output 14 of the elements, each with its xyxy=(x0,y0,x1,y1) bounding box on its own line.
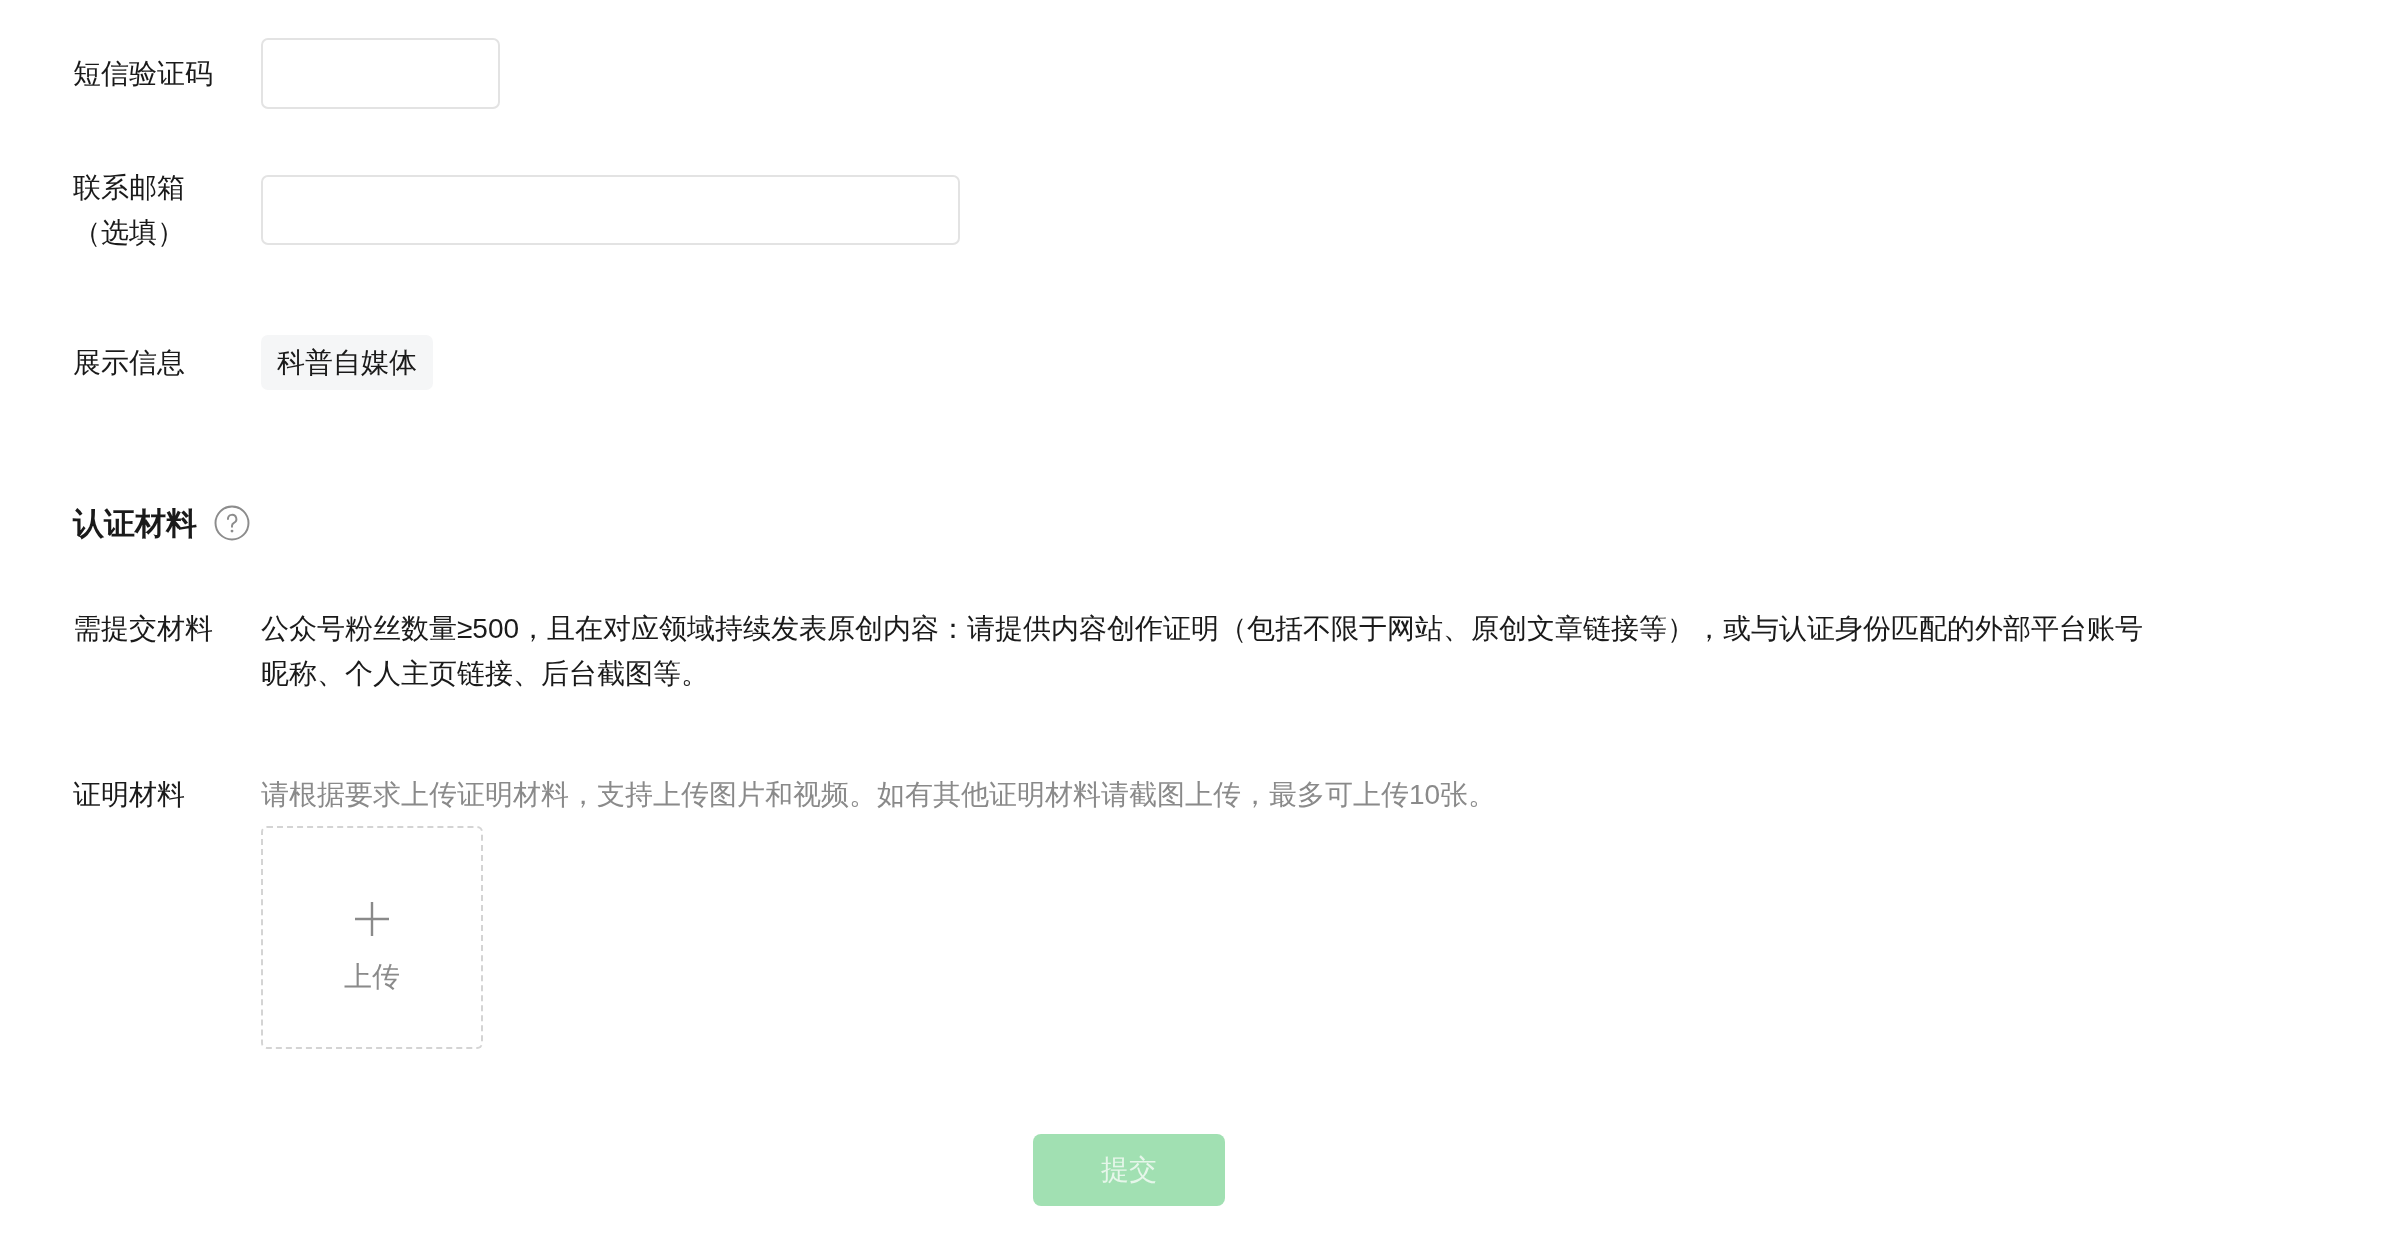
upload-hint: 请根据要求上传证明材料，支持上传图片和视频。如有其他证明材料请截图上传，最多可上传10张。 xyxy=(261,777,1497,812)
field-label: 联系邮箱（选填） xyxy=(73,171,186,250)
category-tag: 科普自媒体 xyxy=(261,335,433,390)
requirements-text: 公众号粉丝数量≥500，且在对应领域持续发表原创内容：请提供内容创作证明（包括不限于网站、原创文章链接等），或与认证身份匹配的外部平台账号昵称、个人主页链接、后台截图等。 xyxy=(261,611,2145,691)
section-title: 认证材料 xyxy=(73,504,197,543)
field-label: 展示信息 xyxy=(73,346,186,380)
upload-button[interactable]: 上传 xyxy=(261,826,483,1049)
field-label: 证明材料 xyxy=(73,777,186,812)
plus-icon xyxy=(354,900,390,937)
field-label: 需提交材料 xyxy=(73,611,214,646)
help-icon[interactable] xyxy=(214,505,250,541)
email-input[interactable] xyxy=(261,175,960,245)
field-label: 短信验证码 xyxy=(73,57,214,91)
code-input[interactable] xyxy=(261,38,500,109)
